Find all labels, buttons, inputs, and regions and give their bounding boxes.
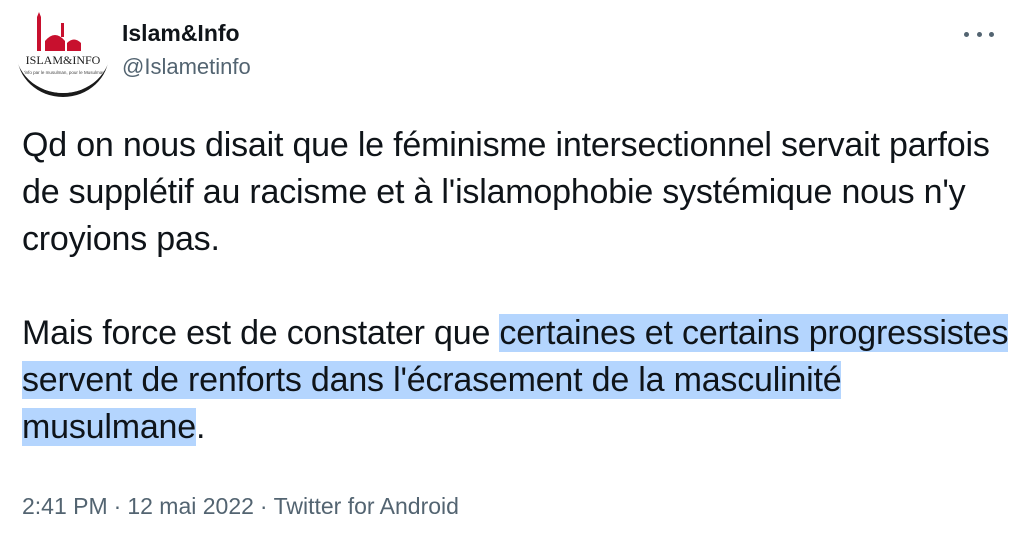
dot — [989, 31, 994, 37]
dot — [964, 31, 969, 37]
meta-separator: · — [113, 493, 122, 519]
tweet: ISLAM&INFO L'info par le musulman, pour … — [0, 0, 1024, 537]
tweet-text: Qd on nous disait que le féminisme inter… — [22, 122, 1012, 451]
tweet-paragraph-2-plain: Mais force est de constater que — [22, 314, 500, 352]
svg-text:ISLAM&INFO: ISLAM&INFO — [26, 53, 101, 67]
svg-text:L'info par le musulman, pour l: L'info par le musulman, pour le Musulman — [21, 70, 105, 75]
tweet-paragraph-2: Mais force est de constater que certaine… — [22, 310, 1012, 451]
avatar[interactable]: ISLAM&INFO L'info par le musulman, pour … — [15, 3, 111, 93]
tweet-paragraph-1: Qd on nous disait que le féminisme inter… — [22, 126, 990, 258]
tweet-date[interactable]: 12 mai 2022 — [127, 493, 254, 519]
tweet-source[interactable]: Twitter for Android — [274, 493, 459, 519]
tweet-time[interactable]: 2:41 PM — [22, 493, 108, 519]
dot — [976, 31, 982, 37]
display-name[interactable]: Islam&Info — [122, 18, 251, 48]
handle[interactable]: @Islametinfo — [122, 52, 251, 82]
author-block: Islam&Info @Islametinfo — [122, 18, 251, 82]
meta-separator: · — [259, 493, 268, 519]
tweet-meta: 2:41 PM · 12 mai 2022 · Twitter for Android — [22, 490, 459, 522]
more-horizontal-icon[interactable] — [964, 24, 994, 44]
islam-info-logo-icon: ISLAM&INFO L'info par le musulman, pour … — [15, 3, 111, 93]
tweet-paragraph-2-end: . — [195, 408, 206, 446]
